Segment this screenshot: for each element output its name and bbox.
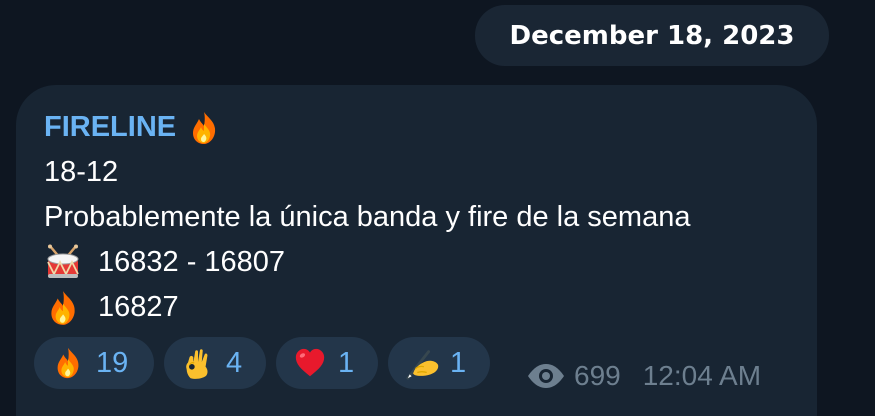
message-content: FIRELINE 18-12 Probablemente la única ba…: [44, 105, 690, 330]
fire-icon: [50, 345, 86, 381]
message-bubble[interactable]: FIRELINE 18-12 Probablemente la única ba…: [16, 85, 817, 416]
message-line-text: 18-12: [44, 156, 119, 188]
fire-icon: [186, 110, 222, 146]
message-line-range: 16832 - 16807: [44, 240, 690, 285]
message-line-text: 16827: [98, 291, 179, 323]
reaction-count: 1: [338, 346, 355, 379]
view-count: 699: [574, 360, 621, 391]
reaction-count: 1: [450, 346, 467, 379]
drum-icon: [44, 244, 82, 282]
writing-hand-icon: [404, 345, 440, 381]
message-line-text: Probablemente la única banda y fire de l…: [44, 201, 691, 233]
ok-hand-icon: [180, 345, 216, 381]
eye-icon: [526, 363, 566, 389]
sender-name[interactable]: FIRELINE: [44, 105, 176, 150]
reaction-heart[interactable]: 1: [276, 337, 378, 389]
reaction-fire[interactable]: 19: [34, 337, 154, 389]
reactions-bar: 19 4 1 1: [34, 337, 490, 389]
fire-icon: [44, 289, 82, 327]
reaction-count: 19: [96, 346, 129, 379]
reaction-writing-hand[interactable]: 1: [388, 337, 490, 389]
reaction-count: 4: [226, 346, 243, 379]
red-heart-icon: [292, 345, 328, 381]
message-line-date: 18-12: [44, 150, 690, 195]
message-time: 12:04 AM: [642, 360, 762, 391]
date-header-label: December 18, 2023: [509, 20, 795, 51]
message-meta: 699 12:04 AM: [526, 360, 761, 392]
message-sender[interactable]: FIRELINE: [44, 105, 690, 150]
message-line-description: Probablemente la única banda y fire de l…: [44, 195, 690, 240]
message-line-text: 16832 - 16807: [98, 246, 286, 278]
chat-view: December 18, 2023 FIRELINE 18-12 Probabl…: [0, 0, 875, 416]
reaction-ok-hand[interactable]: 4: [164, 337, 266, 389]
message-line-fire: 16827: [44, 285, 690, 330]
date-header: December 18, 2023: [475, 5, 829, 66]
